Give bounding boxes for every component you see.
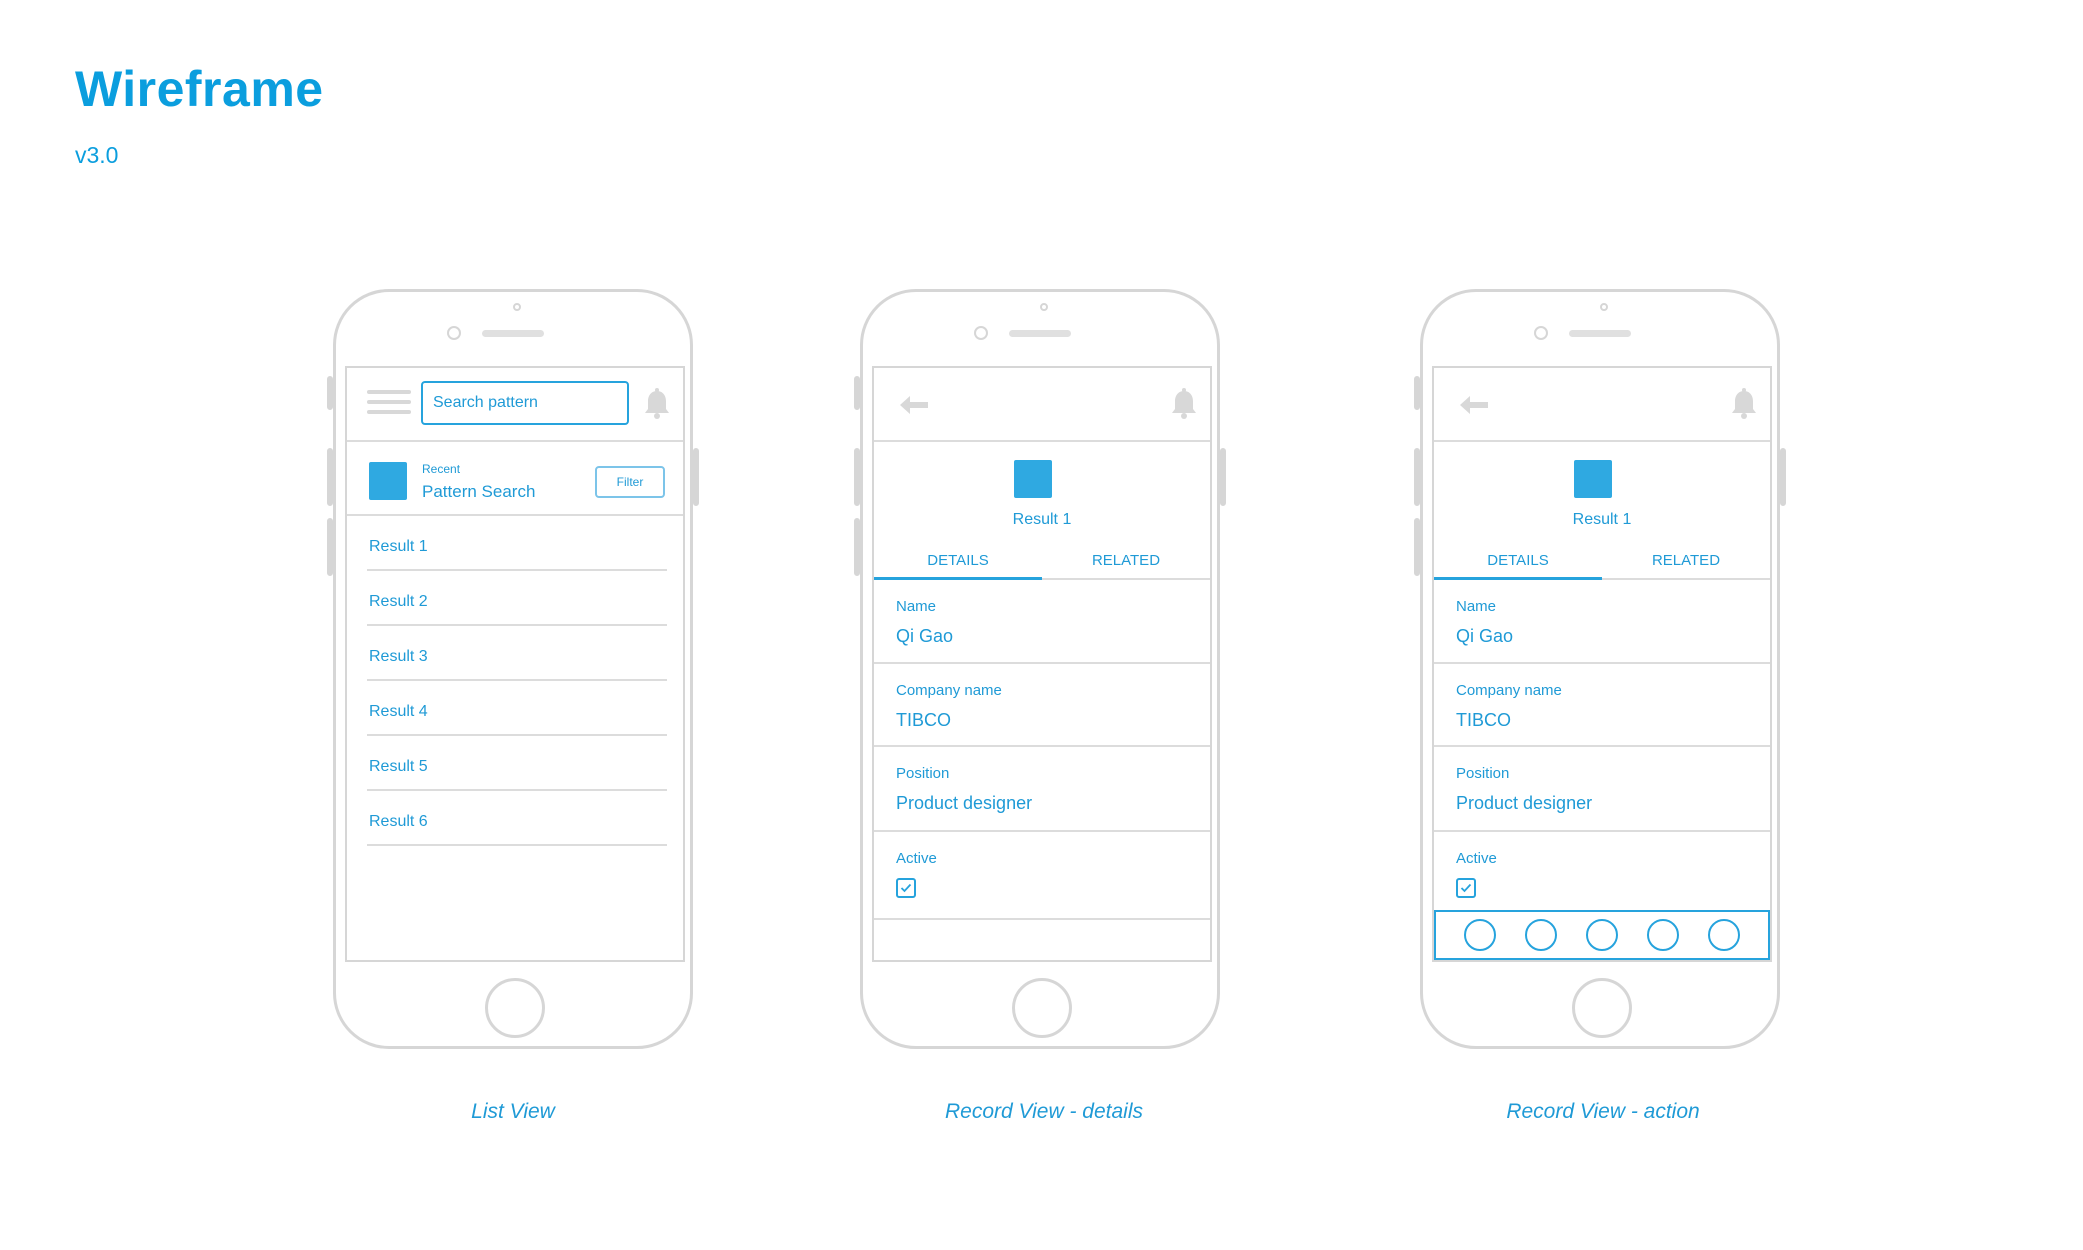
record-action-screen: Result 1 DETAILS RELATED Name Qi Gao Com… (1432, 366, 1772, 962)
record-header (874, 368, 1210, 442)
action-button-2[interactable] (1525, 919, 1558, 951)
sensor-dot (1040, 303, 1048, 311)
power-button (1220, 448, 1226, 506)
action-button-3[interactable] (1585, 919, 1618, 951)
volume-down-button (1414, 518, 1420, 576)
tab-related[interactable]: RELATED (1602, 546, 1770, 578)
bell-icon[interactable] (1170, 388, 1198, 420)
field-value: Qi Gao (896, 626, 954, 646)
list-item[interactable]: Result 5 (367, 736, 667, 791)
filter-button[interactable]: Filter (595, 466, 665, 498)
home-button[interactable] (1572, 978, 1632, 1038)
front-camera (1534, 326, 1548, 340)
record-tabs: DETAILS RELATED (874, 546, 1210, 580)
field-label: Active (1456, 850, 1497, 867)
field-label: Position (896, 765, 950, 782)
action-button-1[interactable] (1464, 919, 1497, 951)
field-position: Position Product designer (874, 747, 1210, 832)
field-active: Active (1434, 832, 1770, 920)
volume-down-button (327, 518, 333, 576)
power-button (1780, 448, 1786, 506)
record-details-screen: Result 1 DETAILS RELATED Name Qi Gao Com… (872, 366, 1212, 962)
checkmark-icon (900, 883, 912, 893)
volume-up-button (854, 448, 860, 506)
bell-icon[interactable] (643, 388, 671, 420)
page-title: Wireframe (75, 61, 324, 117)
list-item[interactable]: Result 3 (367, 626, 667, 681)
record-avatar (1574, 460, 1612, 498)
result-list: Result 1 Result 2 Result 3 Result 4 Resu… (367, 516, 667, 846)
checkmark-icon (1460, 883, 1472, 893)
phone-list-view: Recent Pattern Search Filter Result 1 Re… (327, 289, 699, 1049)
record-avatar (1014, 460, 1052, 498)
field-company: Company name TIBCO (874, 664, 1210, 747)
caption-list-view: List View (471, 1100, 555, 1123)
phone-record-action: Result 1 DETAILS RELATED Name Qi Gao Com… (1414, 289, 1786, 1049)
field-label: Company name (1456, 682, 1562, 699)
tab-details[interactable]: DETAILS (874, 546, 1042, 580)
mute-switch (1414, 376, 1420, 410)
field-label: Active (896, 850, 937, 867)
record-title: Result 1 (1572, 511, 1632, 528)
back-arrow-icon[interactable] (1458, 394, 1490, 416)
list-screen: Recent Pattern Search Filter Result 1 Re… (345, 366, 685, 962)
home-button[interactable] (485, 978, 545, 1038)
field-name: Name Qi Gao (874, 580, 1210, 664)
caption-record-action: Record View - action (1506, 1100, 1700, 1123)
field-label: Company name (896, 682, 1002, 699)
field-label: Name (896, 598, 937, 615)
field-value: Product designer (896, 793, 1033, 813)
earpiece-speaker (1009, 330, 1071, 337)
phone-record-details: Result 1 DETAILS RELATED Name Qi Gao Com… (854, 289, 1226, 1049)
earpiece-speaker (1569, 330, 1631, 337)
recent-label: Recent (422, 462, 461, 476)
sensor-dot (1600, 303, 1608, 311)
back-arrow-icon[interactable] (898, 394, 930, 416)
front-camera (447, 326, 461, 340)
record-title: Result 1 (1012, 511, 1072, 528)
recent-search-row[interactable]: Recent Pattern Search Filter (347, 442, 683, 516)
power-button (693, 448, 699, 506)
page-version: v3.0 (75, 142, 119, 168)
field-label: Name (1456, 598, 1497, 615)
list-header (347, 368, 683, 442)
field-name: Name Qi Gao (1434, 580, 1770, 664)
earpiece-speaker (482, 330, 544, 337)
front-camera (974, 326, 988, 340)
mute-switch (327, 376, 333, 410)
volume-down-button (854, 518, 860, 576)
caption-record-details: Record View - details (944, 1100, 1144, 1123)
field-company: Company name TIBCO (1434, 664, 1770, 747)
hamburger-menu-icon[interactable] (367, 390, 411, 416)
field-label: Position (1456, 765, 1510, 782)
search-input[interactable] (421, 381, 629, 425)
field-value: Qi Gao (1456, 626, 1514, 646)
sensor-dot (513, 303, 521, 311)
tab-details[interactable]: DETAILS (1434, 546, 1602, 580)
list-item[interactable]: Result 4 (367, 681, 667, 736)
active-checkbox[interactable] (896, 878, 916, 898)
field-position: Position Product designer (1434, 747, 1770, 832)
action-button-4[interactable] (1646, 919, 1679, 951)
action-button-5[interactable] (1707, 919, 1740, 951)
active-checkbox[interactable] (1456, 878, 1476, 898)
action-bar (1434, 910, 1770, 960)
list-item[interactable]: Result 6 (367, 791, 667, 846)
recent-value: Pattern Search (422, 482, 536, 501)
home-button[interactable] (1012, 978, 1072, 1038)
mute-switch (854, 376, 860, 410)
record-header (1434, 368, 1770, 442)
list-item[interactable]: Result 1 (367, 516, 667, 571)
field-value: Product designer (1456, 793, 1593, 813)
recent-thumbnail (369, 462, 407, 500)
tab-related[interactable]: RELATED (1042, 546, 1210, 578)
list-item[interactable]: Result 2 (367, 571, 667, 626)
field-active: Active (874, 832, 1210, 920)
record-tabs: DETAILS RELATED (1434, 546, 1770, 580)
field-value: TIBCO (1456, 710, 1512, 730)
volume-up-button (327, 448, 333, 506)
volume-up-button (1414, 448, 1420, 506)
bell-icon[interactable] (1730, 388, 1758, 420)
field-value: TIBCO (896, 710, 952, 730)
